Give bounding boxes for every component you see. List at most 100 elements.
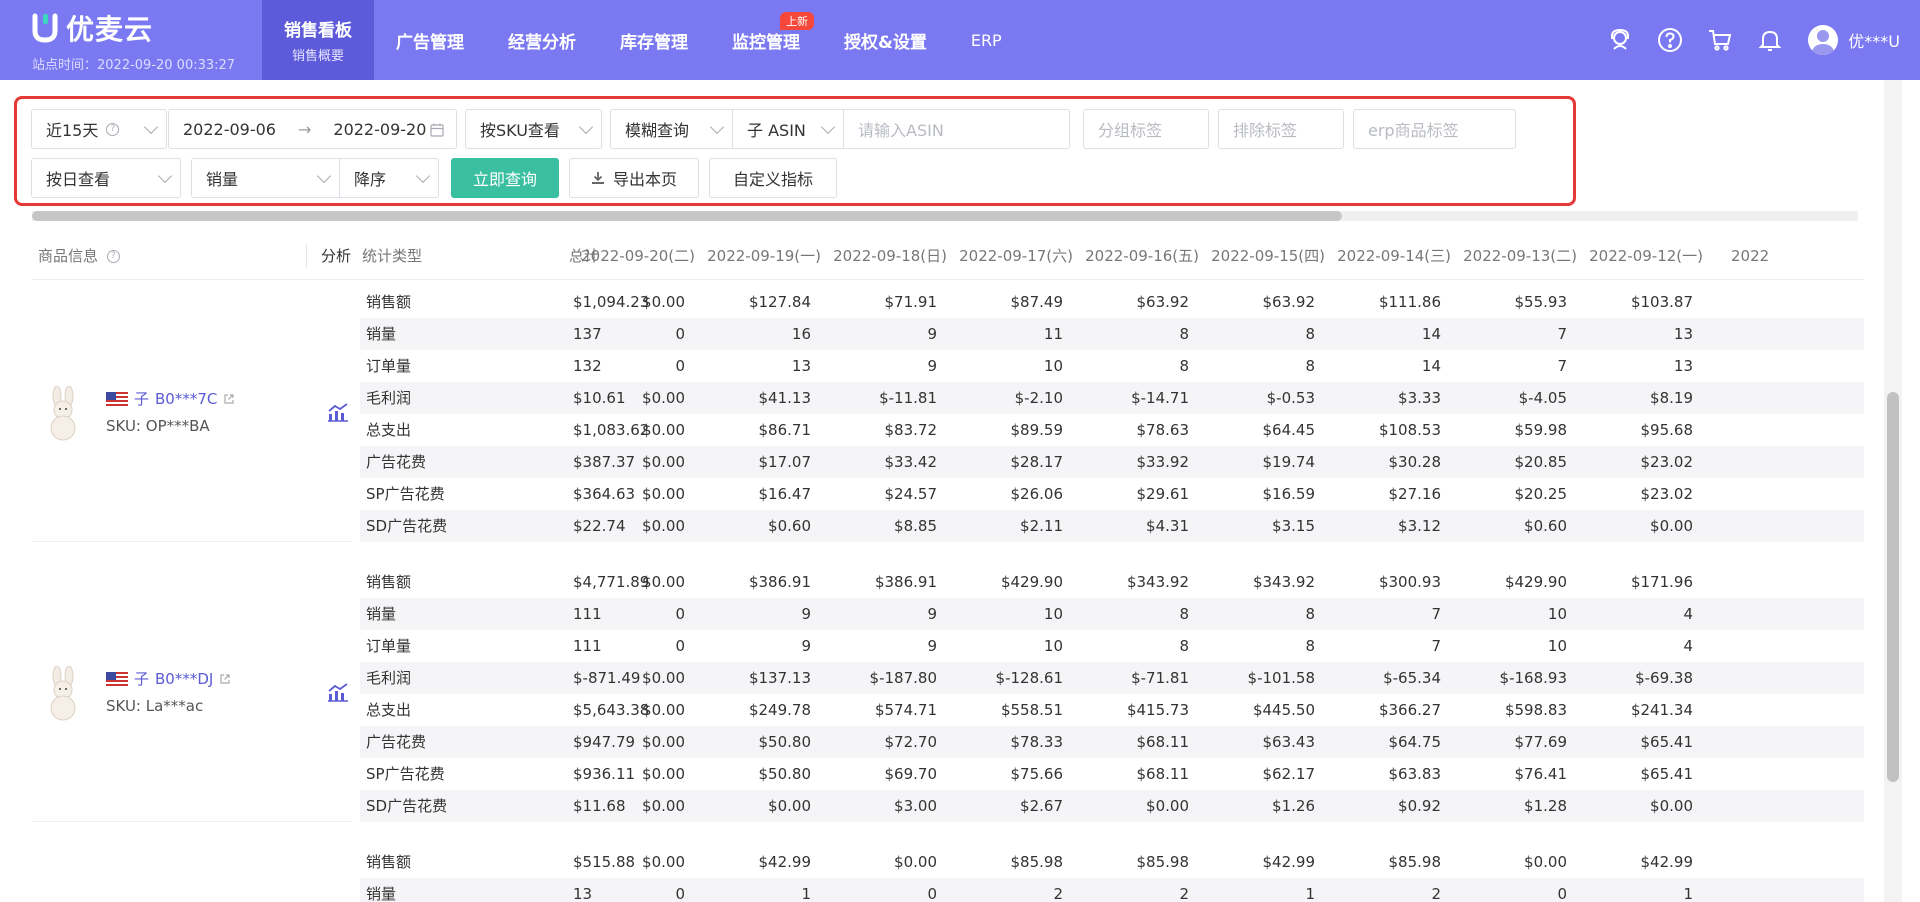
value-cell: $65.41: [1640, 765, 1694, 783]
new-badge: 上新: [780, 12, 814, 30]
export-button[interactable]: 导出本页: [569, 158, 699, 198]
value-cell: 9: [927, 357, 937, 375]
date-arrow: →: [297, 119, 312, 139]
table-row: 销售额 $1,094.23 $0.00 $127.84 $71.91 $87.49 $63.…: [360, 286, 1864, 318]
sku-text: SKU: La***ac: [106, 697, 204, 715]
external-link-icon[interactable]: [223, 393, 235, 405]
value-cell: 7: [1431, 637, 1441, 655]
value-cell: $300.93: [1378, 573, 1441, 591]
username[interactable]: 优***U: [1848, 28, 1900, 52]
value-cell: $42.99: [1262, 853, 1316, 871]
nav-business-analysis[interactable]: 经营分析: [486, 0, 598, 80]
product-cell: 子 B0***DJ SKU: La***ac: [32, 566, 352, 822]
nav-label: 经营分析: [508, 32, 576, 53]
product-thumbnail[interactable]: [32, 663, 94, 725]
value-cell: 0: [1557, 885, 1567, 902]
stat-type-cell: SD广告花费: [366, 517, 448, 535]
asin-type-select[interactable]: 子 ASIN: [732, 109, 844, 149]
horizontal-scrollbar-thumb[interactable]: [32, 211, 1342, 221]
nav-sales-dashboard[interactable]: 销售看板 销售概要: [262, 0, 374, 80]
metric-select[interactable]: 销量: [191, 158, 340, 198]
value-cell: $33.92: [1136, 453, 1190, 471]
trend-chart-icon[interactable]: [326, 402, 350, 422]
download-icon: [591, 172, 604, 184]
value-cell: $89.59: [1010, 421, 1064, 439]
range-select[interactable]: 近15天 ?: [31, 109, 167, 149]
nav-inventory[interactable]: 库存管理: [598, 0, 710, 80]
value-cell: $-187.80: [869, 669, 937, 687]
value-cell: 0: [675, 637, 685, 655]
brand-name: 优麦云: [66, 13, 154, 46]
value-cell: $16.47: [758, 485, 812, 503]
value-cell: 2: [1431, 885, 1441, 902]
exclude-tag-input[interactable]: 排除标签: [1218, 109, 1344, 149]
query-button[interactable]: 立即查询: [451, 158, 559, 198]
brand[interactable]: 优麦云 站点时间：2022-09-20 00:33:27: [32, 12, 252, 73]
granularity-select[interactable]: 按日查看: [31, 158, 181, 198]
nav-erp[interactable]: ERP: [949, 0, 1024, 80]
value-cell: 0: [927, 885, 937, 902]
nav-ad-management[interactable]: 广告管理: [374, 0, 486, 80]
stat-type-cell: 毛利润: [366, 669, 412, 687]
asin-link[interactable]: 子 B0***DJ: [106, 668, 231, 689]
value-cell: 10: [1043, 357, 1063, 375]
nav-label: 库存管理: [620, 32, 688, 53]
cart-icon[interactable]: [1706, 26, 1734, 54]
date-start: 2022-09-06: [183, 119, 276, 139]
value-cell: $445.50: [1252, 701, 1315, 719]
value-cell: $0.00: [1146, 797, 1189, 815]
value-cell: 10: [1043, 637, 1063, 655]
value-cell: $366.27: [1378, 701, 1441, 719]
chevron-down-icon: [157, 168, 173, 184]
stat-type-cell: 销售额: [366, 293, 412, 311]
vertical-scrollbar-thumb[interactable]: [1887, 392, 1899, 782]
value-cell: $386.91: [748, 573, 811, 591]
value-cell: $64.75: [1388, 733, 1442, 751]
trend-chart-icon[interactable]: [326, 682, 350, 702]
value-cell: $2.11: [1020, 517, 1063, 535]
nav-monitoring[interactable]: 监控管理 上新: [710, 0, 822, 80]
bell-icon[interactable]: [1756, 26, 1784, 54]
product-group: 销售额 $515.88 $0.00 $42.99 $0.00 $85.98 $85.98 $4…: [32, 846, 1864, 902]
value-cell: 7: [1557, 357, 1567, 375]
value-cell: $0.00: [642, 733, 685, 751]
value-cell: $68.11: [1136, 765, 1190, 783]
value-cell: $26.06: [1010, 485, 1064, 503]
value-cell: $75.66: [1010, 765, 1064, 783]
value-cell: $16.59: [1262, 485, 1316, 503]
asin-placeholder: 请输入ASIN: [858, 121, 944, 140]
product-thumbnail[interactable]: [32, 383, 94, 445]
asin-search-input[interactable]: 请输入ASIN: [843, 109, 1070, 149]
value-cell: 9: [801, 605, 811, 623]
value-cell: 1: [1305, 885, 1315, 902]
nav-auth-settings[interactable]: 授权&设置: [822, 0, 949, 80]
asin-link[interactable]: 子 B0***7C: [106, 388, 235, 409]
stat-type-cell: SP广告花费: [366, 485, 445, 503]
erp-tag-input[interactable]: erp商品标签: [1353, 109, 1516, 149]
header-date: 2022-09-16(五): [1085, 247, 1199, 265]
group-tag-input[interactable]: 分组标签: [1083, 109, 1209, 149]
value-cell: $2.67: [1020, 797, 1063, 815]
value-cell: $0.00: [642, 421, 685, 439]
date-range-picker[interactable]: 2022-09-06 → 2022-09-20: [168, 109, 457, 149]
external-link-icon[interactable]: [219, 673, 231, 685]
match-mode-select[interactable]: 模糊查询: [610, 109, 732, 149]
stat-type-cell: 广告花费: [366, 453, 427, 471]
value-cell: $65.41: [1640, 733, 1694, 751]
value-cell: $429.90: [1504, 573, 1567, 591]
value-cell: $71.91: [884, 293, 938, 311]
support-icon[interactable]: [1606, 26, 1634, 54]
value-cell: $108.53: [1378, 421, 1441, 439]
help-icon[interactable]: [1656, 26, 1684, 54]
view-by-select[interactable]: 按SKU查看: [465, 109, 602, 149]
nav-label: 监控管理: [732, 32, 800, 53]
custom-metrics-button[interactable]: 自定义指标: [709, 158, 837, 198]
product-text: 子 B0***7C SKU: OP***BA: [106, 388, 235, 435]
help-icon[interactable]: ?: [106, 250, 120, 263]
value-cell: $0.60: [1524, 517, 1567, 535]
chevron-down-icon: [316, 168, 332, 184]
avatar[interactable]: [1808, 25, 1839, 55]
value-cell: 0: [675, 605, 685, 623]
order-select[interactable]: 降序: [339, 158, 439, 198]
value-cell: $0.00: [642, 517, 685, 535]
